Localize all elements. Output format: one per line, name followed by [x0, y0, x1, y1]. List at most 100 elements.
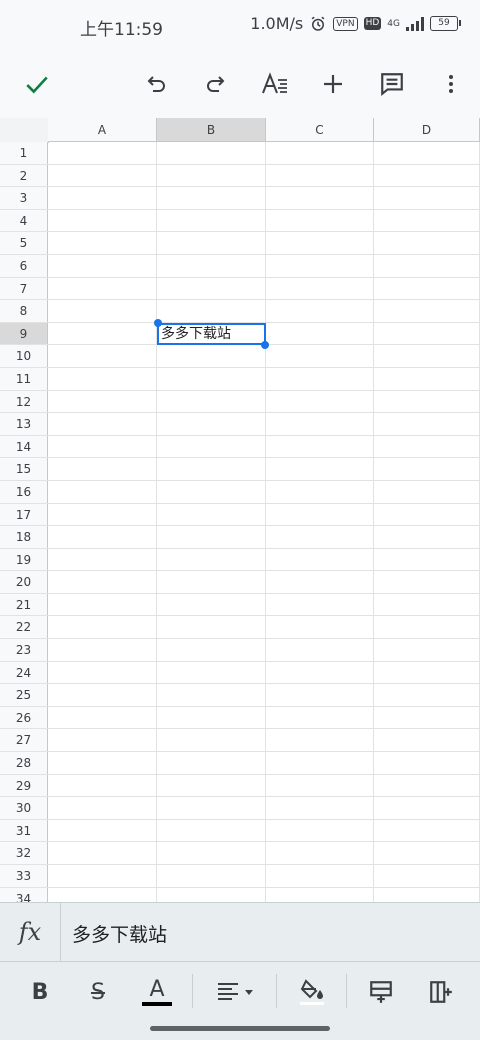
cell-a31[interactable]	[48, 819, 157, 842]
cell-a1[interactable]	[48, 142, 157, 164]
cell-c30[interactable]	[266, 797, 374, 819]
cell-d19[interactable]	[374, 548, 480, 571]
column-header-b[interactable]: B	[157, 118, 266, 142]
select-all-corner[interactable]	[0, 118, 49, 143]
cell-d6[interactable]	[374, 254, 480, 277]
cell-d5[interactable]	[374, 232, 480, 254]
cell-b30[interactable]	[157, 797, 266, 819]
cell-d9[interactable]	[374, 322, 480, 345]
cell-b7[interactable]	[157, 277, 266, 300]
cell-c1[interactable]	[266, 142, 374, 164]
cell-a28[interactable]	[48, 752, 157, 774]
cell-c26[interactable]	[266, 706, 374, 729]
cell-a30[interactable]	[48, 797, 157, 819]
cell-c23[interactable]	[266, 639, 374, 661]
cell-c8[interactable]	[266, 300, 374, 322]
cell-d30[interactable]	[374, 797, 480, 819]
row-header[interactable]: 10	[0, 345, 48, 367]
cell-a4[interactable]	[48, 209, 157, 232]
cell-d22[interactable]	[374, 616, 480, 639]
cell-c17[interactable]	[266, 503, 374, 526]
cell-d31[interactable]	[374, 819, 480, 842]
cell-b32[interactable]	[157, 842, 266, 864]
row-header[interactable]: 25	[0, 684, 48, 706]
cell-b11[interactable]	[157, 367, 266, 390]
row-header[interactable]: 34	[0, 887, 48, 902]
cell-d15[interactable]	[374, 458, 480, 480]
cell-d29[interactable]	[374, 774, 480, 797]
cell-c3[interactable]	[266, 187, 374, 209]
cell-a6[interactable]	[48, 254, 157, 277]
cell-d16[interactable]	[374, 480, 480, 503]
cell-c14[interactable]	[266, 435, 374, 458]
row-header[interactable]: 12	[0, 390, 48, 413]
cell-b27[interactable]	[157, 729, 266, 752]
row-header[interactable]: 26	[0, 706, 48, 729]
cell-b9[interactable]: 多多下载站	[157, 322, 266, 345]
cell-b3[interactable]	[157, 187, 266, 209]
cell-b25[interactable]	[157, 684, 266, 706]
bold-button[interactable]: B	[18, 970, 62, 1014]
row-header[interactable]: 18	[0, 526, 48, 548]
cell-a3[interactable]	[48, 187, 157, 209]
row-header[interactable]: 2	[0, 164, 48, 187]
cell-d13[interactable]	[374, 413, 480, 435]
home-indicator[interactable]	[150, 1026, 330, 1031]
cell-b29[interactable]	[157, 774, 266, 797]
cell-a22[interactable]	[48, 616, 157, 639]
cell-a16[interactable]	[48, 480, 157, 503]
row-header[interactable]: 20	[0, 571, 48, 593]
cell-c24[interactable]	[266, 661, 374, 684]
redo-button[interactable]	[191, 60, 239, 108]
cell-d26[interactable]	[374, 706, 480, 729]
cell-a12[interactable]	[48, 390, 157, 413]
cell-c12[interactable]	[266, 390, 374, 413]
cell-a34[interactable]	[48, 887, 157, 902]
cell-d11[interactable]	[374, 367, 480, 390]
row-header[interactable]: 29	[0, 774, 48, 797]
cell-c32[interactable]	[266, 842, 374, 864]
row-header[interactable]: 5	[0, 232, 48, 254]
row-header[interactable]: 19	[0, 548, 48, 571]
more-button[interactable]	[427, 60, 475, 108]
cell-c7[interactable]	[266, 277, 374, 300]
row-header[interactable]: 31	[0, 819, 48, 842]
selection-handle-start[interactable]	[154, 318, 162, 327]
cell-c25[interactable]	[266, 684, 374, 706]
cell-c28[interactable]	[266, 752, 374, 774]
cell-a20[interactable]	[48, 571, 157, 593]
cell-d4[interactable]	[374, 209, 480, 232]
cell-b5[interactable]	[157, 232, 266, 254]
cell-d21[interactable]	[374, 593, 480, 616]
row-header[interactable]: 21	[0, 593, 48, 616]
row-header[interactable]: 3	[0, 187, 48, 209]
row-header[interactable]: 8	[0, 300, 48, 322]
cell-c13[interactable]	[266, 413, 374, 435]
undo-button[interactable]	[133, 60, 181, 108]
cell-c19[interactable]	[266, 548, 374, 571]
cell-a15[interactable]	[48, 458, 157, 480]
cell-c27[interactable]	[266, 729, 374, 752]
cell-d18[interactable]	[374, 526, 480, 548]
row-header[interactable]: 11	[0, 367, 48, 390]
row-header[interactable]: 6	[0, 254, 48, 277]
cell-d27[interactable]	[374, 729, 480, 752]
cell-d33[interactable]	[374, 865, 480, 887]
cell-a26[interactable]	[48, 706, 157, 729]
cell-b19[interactable]	[157, 548, 266, 571]
column-header-a[interactable]: A	[48, 118, 157, 142]
cell-b34[interactable]	[157, 887, 266, 902]
cell-c5[interactable]	[266, 232, 374, 254]
cell-a10[interactable]	[48, 345, 157, 367]
cell-a21[interactable]	[48, 593, 157, 616]
cell-d1[interactable]	[374, 142, 480, 164]
row-header[interactable]: 14	[0, 435, 48, 458]
cell-c18[interactable]	[266, 526, 374, 548]
cell-c10[interactable]	[266, 345, 374, 367]
cell-d12[interactable]	[374, 390, 480, 413]
cell-a9[interactable]	[48, 322, 157, 345]
cell-c21[interactable]	[266, 593, 374, 616]
row-header[interactable]: 32	[0, 842, 48, 864]
row-header[interactable]: 24	[0, 661, 48, 684]
cell-b31[interactable]	[157, 819, 266, 842]
